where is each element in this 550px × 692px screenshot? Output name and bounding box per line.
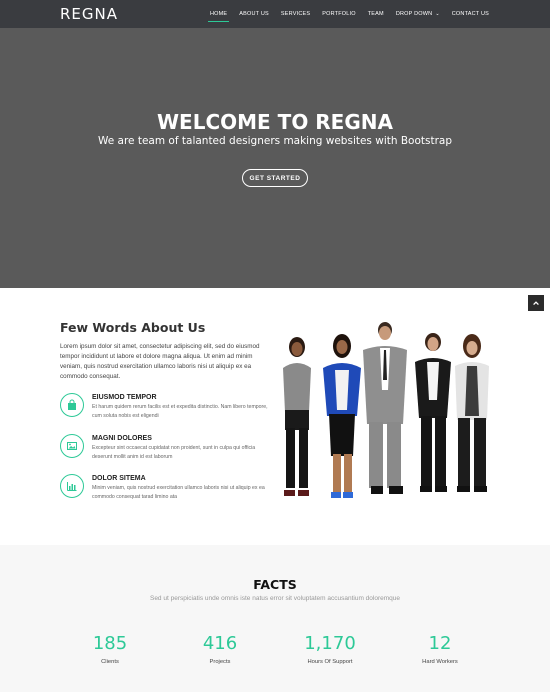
nav-team-label: TEAM xyxy=(367,11,384,17)
feature-description: Minim veniam, quis nostrud exercitation … xyxy=(92,485,265,500)
feature-title: MAGNI DOLORES xyxy=(92,435,152,442)
feature-icon-circle xyxy=(60,474,84,498)
feature-icon-circle xyxy=(60,434,84,458)
facts-subtitle: Sed ut perspiciatis unde omnis iste natu… xyxy=(149,595,400,602)
fact-item: 12 Hard Workers xyxy=(385,633,495,665)
person-figure xyxy=(455,334,489,492)
bar-chart-icon xyxy=(67,482,77,491)
feature-item: EIUSMOD TEMPOR Et harum quidem rerum fac… xyxy=(60,393,275,433)
nav-contact-us-label: CONTACT US xyxy=(451,11,489,17)
image-icon xyxy=(67,442,77,450)
shopping-bag-icon xyxy=(68,399,76,410)
nav-home[interactable]: HOME xyxy=(207,11,230,22)
fact-number: 1,170 xyxy=(304,633,356,654)
fact-number: 12 xyxy=(428,633,452,654)
about-text: Lorem ipsum dolor sit amet, consectetur … xyxy=(60,343,260,380)
person-figure xyxy=(283,337,311,496)
nav-contact-us[interactable]: CONTACT US xyxy=(452,11,489,17)
nav-drop-down-label: DROP DOWN xyxy=(395,11,433,17)
get-started-button[interactable]: GET STARTED xyxy=(242,169,308,187)
fact-item: 185 Clients xyxy=(55,633,165,665)
nav-services[interactable]: SERVICES xyxy=(281,11,310,17)
feature-description: Excepteur sint occaecat cupidatat non pr… xyxy=(92,445,256,460)
nav-drop-down[interactable]: DROP DOWN ⌄ xyxy=(396,11,440,17)
feature-title: EIUSMOD TEMPOR xyxy=(92,394,157,401)
team-photo xyxy=(275,320,495,512)
site-logo[interactable]: REGNA xyxy=(60,5,118,23)
facts-section xyxy=(0,545,550,692)
nav-home-label: HOME xyxy=(209,11,228,17)
feature-title: DOLOR SITEMA xyxy=(92,475,146,482)
hero-section: WELCOME TO REGNA We are team of talanted… xyxy=(0,28,550,311)
back-to-top-button[interactable] xyxy=(528,295,544,311)
nav-portfolio-label: PORTFOLIO xyxy=(322,11,356,17)
hero-subtitle: We are team of talanted designers making… xyxy=(97,135,453,147)
fact-number: 416 xyxy=(202,633,238,654)
feature-item: DOLOR SITEMA Minim veniam, quis nostrud … xyxy=(60,474,275,514)
hero-title: WELCOME TO REGNA xyxy=(157,110,393,134)
fact-label: Projects xyxy=(209,659,231,665)
main-nav: HOME ABOUT US SERVICES PORTFOLIO TEAM DR… xyxy=(198,0,489,28)
feature-item: MAGNI DOLORES Excepteur sint occaecat cu… xyxy=(60,434,275,474)
fact-number: 185 xyxy=(92,633,128,654)
nav-team[interactable]: TEAM xyxy=(368,11,384,17)
facts-title: FACTS xyxy=(253,577,297,592)
nav-services-label: SERVICES xyxy=(280,11,311,17)
chevron-up-icon xyxy=(533,301,539,306)
fact-item: 416 Projects xyxy=(165,633,275,665)
fact-item: 1,170 Hours Of Support xyxy=(275,633,385,665)
nav-about-us-label: ABOUT US xyxy=(239,11,269,17)
site-header: REGNA HOME ABOUT US SERVICES PORTFOLIO T… xyxy=(0,0,550,28)
chevron-down-icon: ⌄ xyxy=(435,11,440,17)
nav-about-us[interactable]: ABOUT US xyxy=(239,11,269,17)
person-figure xyxy=(323,334,361,498)
team-photo-illustration xyxy=(283,322,489,498)
fact-label: Clients xyxy=(101,659,119,665)
person-figure xyxy=(363,322,407,494)
feature-icon-circle xyxy=(60,393,84,417)
feature-description: Et harum quidem rerum facilis est et exp… xyxy=(92,404,268,419)
person-figure xyxy=(415,333,451,492)
fact-label: Hours Of Support xyxy=(307,659,353,665)
nav-portfolio[interactable]: PORTFOLIO xyxy=(322,11,355,17)
fact-label: Hard Workers xyxy=(422,659,458,665)
about-title: Few Words About Us xyxy=(60,320,206,335)
